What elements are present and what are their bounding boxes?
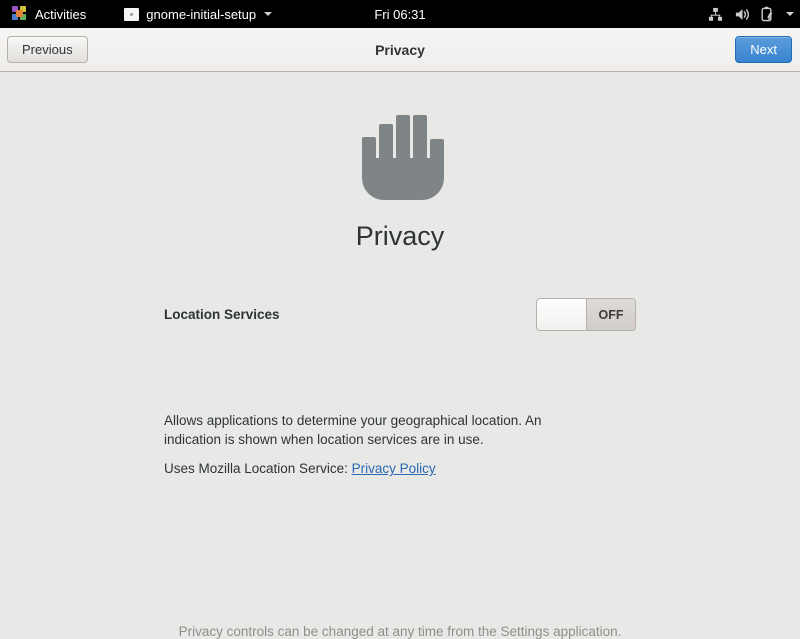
location-services-label: Location Services	[164, 307, 280, 322]
toggle-state-label: OFF	[587, 299, 635, 330]
previous-button[interactable]: Previous	[7, 36, 88, 63]
privacy-hand-icon	[352, 106, 448, 211]
location-services-description: Allows applications to determine your ge…	[164, 413, 542, 447]
volume-speaker-icon	[734, 7, 750, 22]
battery-charging-icon	[761, 6, 774, 22]
app-menu-label: gnome-initial-setup	[146, 6, 257, 22]
chevron-down-icon	[786, 12, 794, 16]
system-status-menu[interactable]	[708, 0, 794, 28]
next-button[interactable]: Next	[735, 36, 792, 63]
gnome-top-bar: Activities gnome-initial-setup Fri 06:31	[0, 0, 800, 28]
location-services-row: Location Services OFF	[164, 298, 636, 331]
network-wired-icon	[708, 7, 723, 22]
header-bar: Previous Privacy Next	[0, 28, 800, 72]
page-title: Privacy	[375, 41, 425, 58]
privacy-policy-link[interactable]: Privacy Policy	[352, 461, 436, 476]
clock-button[interactable]: Fri 06:31	[374, 7, 425, 22]
page-heading: Privacy	[355, 221, 445, 251]
location-services-toggle[interactable]: OFF	[536, 298, 636, 331]
app-menu-button[interactable]: gnome-initial-setup	[116, 4, 280, 25]
activities-label: Activities	[35, 6, 87, 22]
privacy-footnote: Privacy controls can be changed at any t…	[178, 624, 622, 639]
location-service-prefix: Uses Mozilla Location Service:	[164, 461, 348, 476]
hero-icon-wrapper	[0, 106, 800, 211]
privacy-page: Privacy Location Services OFF Allows app…	[0, 73, 800, 639]
toggle-knob	[537, 299, 587, 330]
fedora-activities-icon	[12, 6, 28, 22]
activities-button[interactable]: Activities	[8, 3, 94, 25]
location-service-provider: Uses Mozilla Location Service: Privacy P…	[164, 461, 436, 476]
chevron-down-icon	[264, 12, 273, 16]
window-icon	[124, 7, 140, 21]
top-bar-left-group: Activities gnome-initial-setup	[0, 3, 280, 25]
